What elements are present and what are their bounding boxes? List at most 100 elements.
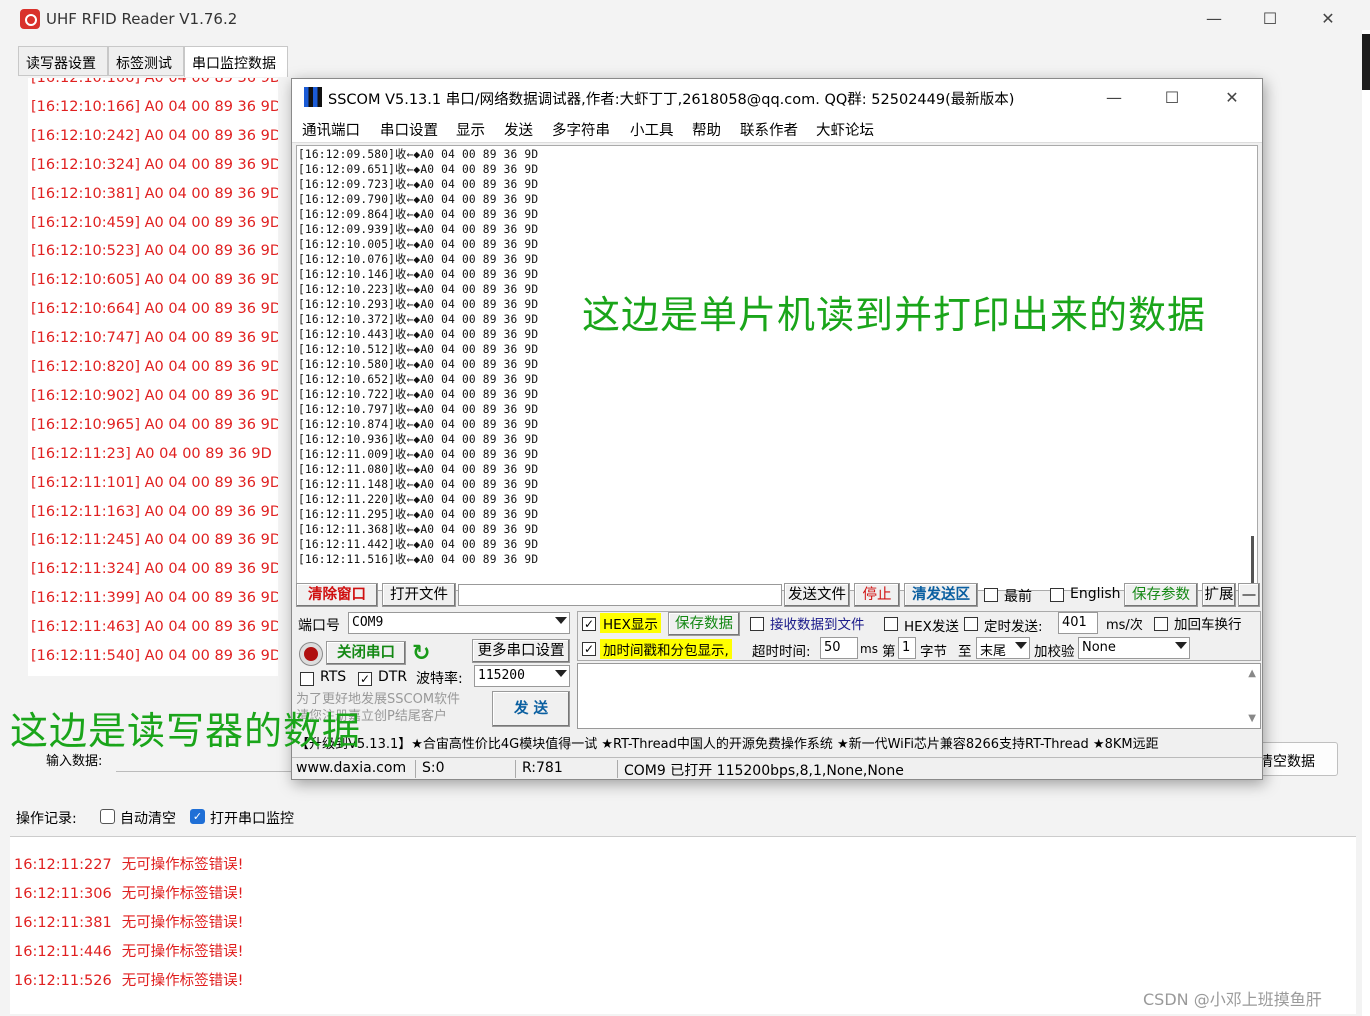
auto-clear-checkbox[interactable] [100, 809, 115, 824]
more-port-settings-button[interactable]: 更多串口设置 [472, 639, 570, 663]
english-checkbox[interactable] [1050, 588, 1064, 602]
reader-log-line: [16:12:11:540] A0 04 00 89 36 9D [31, 648, 278, 664]
port-select[interactable]: COM9 [348, 612, 570, 634]
timestamp-checkbox[interactable]: ✓ [582, 642, 596, 656]
menu-item-forum[interactable]: 大虾论坛 [816, 119, 874, 140]
topmost-label: 最前 [1004, 589, 1032, 605]
receive-line: [16:12:09.723]收←◆A0 04 00 89 36 9D [298, 178, 539, 191]
promo-ticker[interactable]: 【升级到V5.13.1】★合宙高性价比4G模块值得一试 ★RT-Thread中国… [292, 731, 1262, 753]
byte-field[interactable]: 1 [898, 637, 916, 659]
background-window-edge [1362, 30, 1370, 1016]
sscom-toolbar: 清除窗口 打开文件 发送文件 停止 清发送区 最前 English 保存参数 扩… [292, 583, 1262, 609]
dtr-label: DTR [378, 669, 408, 685]
send-input-area[interactable]: ▲ ▼ [577, 663, 1261, 729]
sscom-close-button[interactable]: ✕ [1222, 87, 1242, 109]
reader-log-line: [16:12:10:381] A0 04 00 89 36 9D [31, 185, 278, 202]
to-value: 末尾 [980, 644, 1007, 659]
receive-line: [16:12:11.148]收←◆A0 04 00 89 36 9D [298, 478, 539, 491]
open-file-button[interactable]: 打开文件 [382, 583, 456, 607]
receive-line: [16:12:09.790]收←◆A0 04 00 89 36 9D [298, 193, 539, 206]
topmost-checkbox[interactable] [984, 588, 998, 602]
menu-item-multistring[interactable]: 多字符串 [552, 119, 610, 140]
hex-display-checkbox[interactable]: ✓ [582, 617, 596, 631]
oplog-message: 无可操作标签错误! [121, 973, 244, 989]
reader-log-line: [16:12:10:902] A0 04 00 89 36 9D [31, 387, 278, 404]
clear-data-button[interactable]: 清空数据 [1250, 742, 1338, 776]
reader-data-log[interactable]: [16:12:10:106] A0 04 00 89 36 9D [16:12:1… [28, 78, 278, 676]
minimize-button[interactable]: — [1204, 8, 1224, 30]
sscom-minimize-button[interactable]: — [1104, 87, 1124, 109]
timed-send-checkbox[interactable] [964, 617, 978, 631]
dtr-checkbox[interactable]: ✓ [358, 672, 372, 686]
to-label: 至 [958, 644, 972, 660]
maximize-button[interactable]: ☐ [1260, 8, 1280, 30]
hex-send-checkbox[interactable] [884, 617, 898, 631]
receive-line: [16:12:09.651]收←◆A0 04 00 89 36 9D [298, 163, 539, 176]
menu-item-help[interactable]: 帮助 [692, 119, 721, 140]
status-received: R:781 [520, 760, 618, 778]
tab-tag-test[interactable]: 标签测试 [108, 46, 184, 76]
receive-line: [16:12:11.080]收←◆A0 04 00 89 36 9D [298, 463, 539, 476]
reader-log-line: [16:12:11:245] A0 04 00 89 36 9D [31, 532, 278, 549]
open-monitor-checkbox[interactable]: ✓ [190, 809, 205, 824]
tab-reader-settings[interactable]: 读写器设置 [18, 46, 108, 76]
hex-display-label: HEX显示 [600, 613, 661, 633]
reader-annotation: 这边是读写器的数据 [10, 709, 362, 753]
scroll-down-icon[interactable]: ▼ [1248, 713, 1256, 724]
reader-log-line: [16:12:10:747] A0 04 00 89 36 9D [31, 330, 278, 347]
rts-checkbox[interactable] [300, 672, 314, 686]
timeout-label: 超时时间: [752, 644, 811, 660]
save-params-button[interactable]: 保存参数 [1124, 583, 1198, 607]
send-button[interactable]: 发 送 [492, 691, 570, 727]
main-title-bar: UHF RFID Reader V1.76.2 — ☐ ✕ [0, 0, 1362, 40]
oplog-time: 16:12:11:227 [14, 857, 112, 873]
chevron-down-icon [555, 617, 567, 624]
scroll-up-icon[interactable]: ▲ [1248, 668, 1256, 679]
close-button[interactable]: ✕ [1318, 8, 1338, 30]
sscom-status-bar: www.daxia.com S:0 R:781 COM9 已打开 115200b… [292, 757, 1262, 779]
tab-serial-monitor[interactable]: 串口监控数据 [184, 46, 288, 77]
receive-area[interactable]: [16:12:09.580]收←◆A0 04 00 89 36 9D [16:12… [296, 145, 1258, 591]
close-port-button[interactable]: 关闭串口 [326, 641, 406, 665]
clear-window-button[interactable]: 清除窗口 [296, 583, 378, 607]
to-select[interactable]: 末尾 [976, 637, 1030, 659]
append-newline-checkbox[interactable] [1154, 617, 1168, 631]
recv-to-file-checkbox[interactable] [750, 617, 764, 631]
checksum-select[interactable]: None [1078, 637, 1190, 659]
byte-label-2: 字节 [920, 644, 947, 660]
send-file-button[interactable]: 发送文件 [784, 583, 850, 607]
stop-button[interactable]: 停止 [854, 583, 900, 607]
receive-line: [16:12:11.442]收←◆A0 04 00 89 36 9D [298, 538, 539, 551]
sscom-maximize-button[interactable]: ☐ [1162, 87, 1182, 109]
menu-item-send[interactable]: 发送 [504, 119, 533, 140]
sscom-logo-icon [304, 87, 322, 107]
baud-select[interactable]: 115200 [474, 665, 570, 687]
hex-send-label: HEX发送 [904, 619, 959, 635]
rts-label: RTS [320, 669, 347, 685]
refresh-icon[interactable]: ↻ [412, 641, 430, 666]
menu-item-serial-settings[interactable]: 串口设置 [380, 119, 438, 140]
menu-item-port[interactable]: 通讯端口 [302, 119, 360, 140]
menu-item-display[interactable]: 显示 [456, 119, 485, 140]
receive-line: [16:12:10.146]收←◆A0 04 00 89 36 9D [298, 268, 539, 281]
file-path-field[interactable] [458, 584, 782, 606]
auto-clear-label: 自动清空 [120, 811, 176, 827]
save-data-button[interactable]: 保存数据 [668, 612, 740, 636]
sscom-menu-bar: 通讯端口 串口设置 显示 发送 多字符串 小工具 帮助 联系作者 大虾论坛 [292, 115, 1262, 143]
menu-item-contact[interactable]: 联系作者 [740, 119, 798, 140]
checksum-label: 加校验 [1034, 644, 1075, 660]
status-site[interactable]: www.daxia.com [294, 760, 416, 778]
interval-field[interactable]: 401 [1058, 612, 1098, 634]
receive-line: [16:12:10.372]收←◆A0 04 00 89 36 9D [298, 313, 539, 326]
collapse-button[interactable]: — [1238, 583, 1260, 607]
receive-line: [16:12:10.223]收←◆A0 04 00 89 36 9D [298, 283, 539, 296]
clear-send-button[interactable]: 清发送区 [904, 583, 978, 607]
sscom-annotation: 这边是单片机读到并打印出来的数据 [582, 293, 1207, 337]
receive-line: [16:12:10.936]收←◆A0 04 00 89 36 9D [298, 433, 539, 446]
port-value: COM9 [352, 615, 384, 630]
expand-button[interactable]: 扩展 [1202, 583, 1236, 607]
english-label: English [1070, 586, 1121, 602]
timeout-field[interactable]: 50 [820, 637, 858, 659]
receive-line: [16:12:11.009]收←◆A0 04 00 89 36 9D [298, 448, 539, 461]
menu-item-tools[interactable]: 小工具 [630, 119, 674, 140]
